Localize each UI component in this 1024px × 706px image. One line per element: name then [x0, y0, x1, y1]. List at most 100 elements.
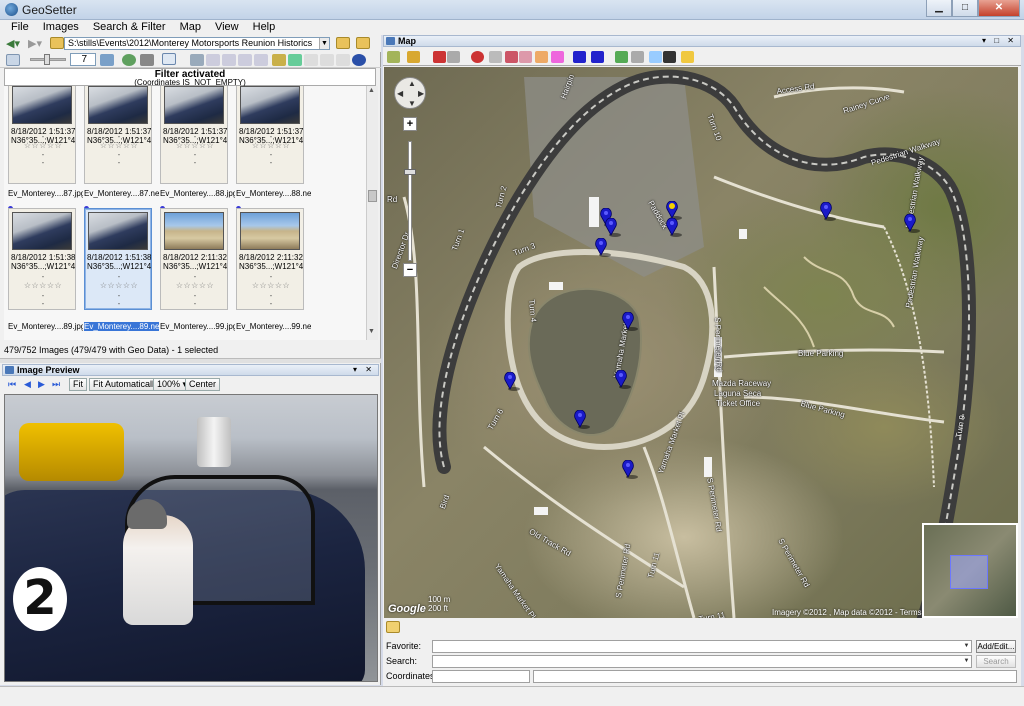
- copy-icon[interactable]: [206, 54, 220, 66]
- map-pin-icon[interactable]: [504, 372, 520, 391]
- search-input[interactable]: ▼: [432, 655, 972, 668]
- thumbnail-tile[interactable]: 8/18/2012 1:51:37...N36°35...;W121°4... …: [8, 86, 76, 184]
- search-place-icon[interactable]: [535, 51, 548, 63]
- pan-up-icon[interactable]: ▲: [408, 79, 416, 88]
- thumbnail-filename-selected[interactable]: Ev_Monterey....89.nef: [84, 322, 159, 331]
- prev-image-icon[interactable]: ◀: [24, 379, 31, 390]
- thumbnail-tile[interactable]: 8/18/2012 1:51:38...N36°35...;W121°4... …: [8, 208, 76, 310]
- map-pin-icon[interactable]: [622, 312, 638, 331]
- delete-icon[interactable]: [336, 54, 350, 66]
- filter-icon[interactable]: [162, 53, 176, 65]
- green-arrow-right-icon[interactable]: [631, 51, 644, 63]
- paste-special-icon[interactable]: [238, 54, 252, 66]
- folder-path-field[interactable]: S:\stills\Events\2012\Monterey Motorspor…: [64, 37, 330, 50]
- thumbnail-filename[interactable]: Ev_Monterey....88.jpg: [160, 189, 235, 198]
- favorite-dropdown[interactable]: ▼: [432, 640, 972, 653]
- open-folder-icon[interactable]: [336, 37, 350, 49]
- edit-data-icon[interactable]: [190, 54, 204, 66]
- marker-tool-icon[interactable]: [447, 51, 460, 63]
- zoom-out-button[interactable]: −: [403, 263, 417, 277]
- scroll-down-icon[interactable]: ▼: [368, 328, 375, 335]
- thumbnail-scrollbar[interactable]: ▲ ▼: [366, 86, 378, 340]
- close-button[interactable]: ✕: [978, 0, 1020, 17]
- map-view[interactable]: Access Rd Rainey Curve Pedestrian Walkway T…: [384, 67, 1018, 618]
- preview-photo[interactable]: 2: [4, 394, 378, 682]
- thumbnail-filename[interactable]: Ev_Monterey....99.nef: [236, 322, 311, 331]
- thumbnail-tile[interactable]: 8/18/2012 2:11:32... N36°35...;W121°4... …: [160, 208, 228, 310]
- map-pin-icon[interactable]: [666, 218, 682, 237]
- paste-icon[interactable]: [222, 54, 236, 66]
- map-pin-icon[interactable]: [820, 202, 836, 221]
- menu-search-filter[interactable]: Search & Filter: [86, 20, 173, 35]
- map-pin-icon[interactable]: [595, 238, 611, 257]
- thumbnail-filename[interactable]: Ev_Monterey....89.jpg: [8, 322, 83, 331]
- overview-minimap[interactable]: [922, 523, 1018, 618]
- scroll-up-icon[interactable]: ▲: [368, 87, 375, 94]
- map-type-icon[interactable]: [387, 51, 400, 63]
- last-image-icon[interactable]: ⏭: [52, 379, 60, 390]
- next-image-icon[interactable]: ▶: [38, 379, 45, 390]
- rating-stars[interactable]: ☆☆☆☆☆: [85, 281, 153, 290]
- thumbnail-tile[interactable]: 8/18/2012 1:51:37...N36°35...;W121°4... …: [160, 86, 228, 184]
- folder-up-icon[interactable]: [50, 37, 64, 49]
- crosshair-icon[interactable]: [663, 51, 676, 63]
- clipboard-icon[interactable]: [254, 54, 268, 66]
- thumbnail-tile-selected[interactable]: 8/18/2012 1:51:38...N36°35...;W121°4... …: [84, 208, 152, 310]
- minimap-viewport[interactable]: [950, 555, 988, 589]
- zoom-slider-track[interactable]: [408, 141, 412, 261]
- rating-stars[interactable]: ☆☆☆☆☆: [161, 281, 229, 290]
- route-icon[interactable]: [519, 51, 532, 63]
- red-marker-icon[interactable]: [433, 51, 446, 63]
- thumb-size-spinner[interactable]: 7: [70, 53, 96, 66]
- zoom-in-button[interactable]: +: [403, 117, 417, 131]
- rating-stars[interactable]: ☆☆☆☆☆: [161, 141, 229, 150]
- rating-stars[interactable]: ☆☆☆☆☆: [237, 281, 305, 290]
- waypoint-icon[interactable]: [505, 51, 518, 63]
- pan-right-icon[interactable]: ▶: [418, 89, 424, 98]
- forward-arrow-icon[interactable]: ▶▾: [28, 37, 42, 50]
- marker-menu-icon[interactable]: [407, 51, 420, 63]
- favorites-star-icon[interactable]: [681, 51, 694, 63]
- map-pin-icon[interactable]: [615, 370, 631, 389]
- scrollbar-thumb[interactable]: [368, 190, 377, 202]
- first-image-icon[interactable]: ⏮: [8, 379, 16, 390]
- back-arrow-icon[interactable]: ◀▾: [6, 37, 20, 50]
- menu-map[interactable]: Map: [173, 20, 208, 35]
- view-mode-icon[interactable]: [6, 54, 20, 66]
- thumbnail-filename[interactable]: Ev_Monterey....88.nef: [236, 189, 311, 198]
- pink-arrow-icon[interactable]: [551, 51, 564, 63]
- map-image-icon[interactable]: [272, 54, 286, 66]
- map-pin-icon[interactable]: [622, 460, 638, 479]
- menu-view[interactable]: View: [208, 20, 246, 35]
- panel-buttons[interactable]: ▾ ✕: [353, 365, 375, 375]
- refresh-icon[interactable]: [122, 54, 136, 66]
- pan-down-icon[interactable]: ▼: [408, 99, 416, 108]
- map-pin-icon[interactable]: [904, 214, 920, 233]
- print-icon[interactable]: [140, 54, 154, 66]
- map-pin-icon[interactable]: [605, 218, 621, 237]
- map-pin-active-icon[interactable]: [666, 201, 682, 220]
- blue-arrow-left-icon[interactable]: [573, 51, 586, 63]
- menu-images[interactable]: Images: [36, 20, 86, 35]
- thumbnail-filename[interactable]: Ev_Monterey....99.jpg: [160, 322, 235, 331]
- panel-splitter[interactable]: [0, 358, 381, 363]
- fit-automatically-button[interactable]: Fit Automatically: [89, 378, 163, 391]
- zoom-slider-knob[interactable]: [404, 169, 416, 175]
- thumb-size-slider-knob[interactable]: [44, 54, 50, 65]
- pan-left-icon[interactable]: ◀: [397, 89, 403, 98]
- chevron-down-icon[interactable]: ▼: [962, 641, 971, 652]
- menu-file[interactable]: File: [4, 20, 36, 35]
- thumbnail-filename[interactable]: Ev_Monterey....87.jpg: [8, 189, 83, 198]
- thumbnail-tile[interactable]: 8/18/2012 2:11:32... N36°35...;W121°4... …: [236, 208, 304, 310]
- undo-icon[interactable]: [304, 54, 318, 66]
- speech-bubble-icon[interactable]: [649, 51, 662, 63]
- globe-icon[interactable]: [352, 54, 366, 66]
- rating-stars[interactable]: ☆☆☆☆☆: [85, 141, 153, 150]
- pin-icon[interactable]: [471, 51, 484, 63]
- map-attribution[interactable]: Imagery ©2012 , Map data ©2012 - Terms o…: [772, 608, 947, 617]
- rating-stars[interactable]: ☆☆☆☆☆: [237, 141, 305, 150]
- map-pan-control[interactable]: ▲ ▼ ◀ ▶: [394, 77, 426, 109]
- geo-tag-icon[interactable]: [288, 54, 302, 66]
- fit-button[interactable]: Fit: [69, 378, 87, 391]
- map-pin-icon[interactable]: [574, 410, 590, 429]
